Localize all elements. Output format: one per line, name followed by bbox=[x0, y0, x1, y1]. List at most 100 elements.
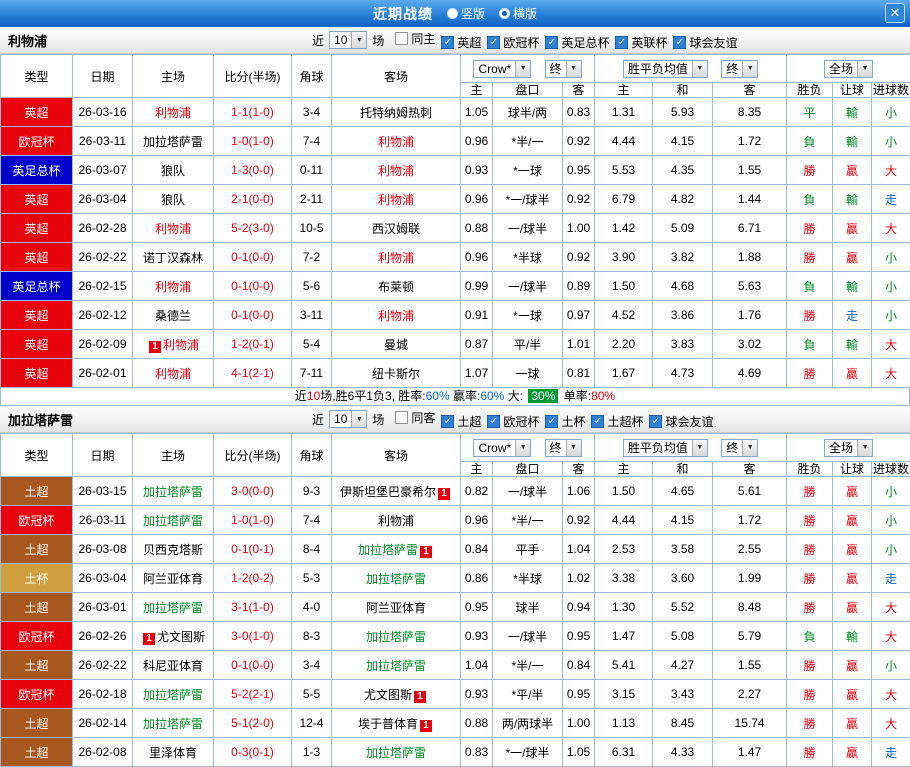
chevron-down-icon: ▼ bbox=[692, 61, 707, 77]
date-cell: 26-02-18 bbox=[73, 680, 133, 709]
table-row: 英超26-02-12桑德兰0-1(0-0)3-11利物浦0.91*一球0.974… bbox=[1, 301, 910, 330]
filter-checkbox[interactable]: ✓土超 bbox=[441, 413, 481, 430]
recent-count-select[interactable]: 10 ▼ bbox=[329, 410, 367, 428]
avg-home-cell: 2.53 bbox=[595, 535, 653, 564]
final-select-2[interactable]: 终▼ bbox=[721, 439, 758, 457]
avg-draw-cell: 4.35 bbox=[653, 156, 713, 185]
corners-cell: 7-4 bbox=[292, 127, 332, 156]
odds-company-select[interactable]: Crow*▼ bbox=[473, 439, 531, 457]
result-wdl-cell: 負 bbox=[787, 127, 833, 156]
away-odds-cell: 1.02 bbox=[563, 564, 595, 593]
away-odds-cell: 0.97 bbox=[563, 301, 595, 330]
recent-count-select[interactable]: 10 ▼ bbox=[329, 31, 367, 49]
home-odds-cell: 0.88 bbox=[461, 709, 493, 738]
team-name-text: 加拉塔萨雷 bbox=[143, 688, 203, 702]
checkbox-icon bbox=[395, 411, 408, 424]
filter-checkbox[interactable]: ✓欧冠杯 bbox=[487, 34, 539, 51]
result-handicap-cell: 贏 bbox=[833, 535, 872, 564]
date-cell: 26-03-11 bbox=[73, 127, 133, 156]
team-name-text: 阿兰亚体育 bbox=[366, 601, 426, 615]
team-name-text: 利物浦 bbox=[155, 222, 191, 236]
score-cell: 1-1(1-0) bbox=[214, 98, 292, 127]
away-team-cell: 加拉塔萨雷 bbox=[332, 622, 461, 651]
avg-draw-cell: 3.58 bbox=[653, 535, 713, 564]
home-odds-cell: 0.96 bbox=[461, 127, 493, 156]
avg-draw-cell: 8.45 bbox=[653, 709, 713, 738]
result-handicap-cell: 贏 bbox=[833, 214, 872, 243]
away-team-cell: 布莱顿 bbox=[332, 272, 461, 301]
filter-checkbox[interactable]: ✓英超 bbox=[441, 34, 481, 51]
result-goals-cell: 大 bbox=[872, 359, 910, 388]
filter-checkbox[interactable]: 同客 bbox=[395, 409, 435, 426]
checkbox-icon: ✓ bbox=[649, 415, 662, 428]
radio-horizontal-layout[interactable]: 横版 bbox=[499, 5, 537, 22]
filter-checkbox[interactable]: ✓土超杯 bbox=[591, 413, 643, 430]
home-odds-cell: 0.82 bbox=[461, 477, 493, 506]
col-header-away: 客场 bbox=[332, 55, 461, 98]
handicap-cell: *半球 bbox=[493, 243, 563, 272]
handicap-cell: *半球 bbox=[493, 564, 563, 593]
handicap-cell: 平手 bbox=[493, 535, 563, 564]
red-card-badge: 1 bbox=[438, 488, 450, 500]
odds-header-cell: Crow*▼ 终▼ bbox=[461, 434, 595, 462]
away-odds-cell: 0.92 bbox=[563, 506, 595, 535]
team-name-text: 加拉塔萨雷 bbox=[143, 601, 203, 615]
wdl-avg-select[interactable]: 胜平负均值▼ bbox=[623, 60, 708, 78]
wdl-avg-select[interactable]: 胜平负均值▼ bbox=[623, 439, 708, 457]
checkbox-label: 土超杯 bbox=[607, 413, 643, 430]
type-cell: 土超 bbox=[1, 535, 73, 564]
result-goals-cell: 大 bbox=[872, 156, 910, 185]
filter-checkbox[interactable]: ✓英联杯 bbox=[615, 34, 667, 51]
corners-cell: 3-11 bbox=[292, 301, 332, 330]
away-odds-cell: 1.00 bbox=[563, 709, 595, 738]
result-wdl-cell: 負 bbox=[787, 185, 833, 214]
date-cell: 26-03-11 bbox=[73, 506, 133, 535]
filter-checkbox[interactable]: 同主 bbox=[395, 30, 435, 47]
final-select-2[interactable]: 终▼ bbox=[721, 60, 758, 78]
matches-table: 类型 日期 主场 比分(半场) 角球 客场 Crow*▼ 终▼ 胜平负均值▼ 终… bbox=[0, 433, 910, 767]
filter-checkbox[interactable]: ✓欧冠杯 bbox=[487, 413, 539, 430]
handicap-cell: 一/球半 bbox=[493, 214, 563, 243]
avg-home-cell: 1.67 bbox=[595, 359, 653, 388]
avg-home-cell: 1.13 bbox=[595, 709, 653, 738]
handicap-cell: 一/球半 bbox=[493, 622, 563, 651]
scope-select[interactable]: 全场▼ bbox=[824, 60, 873, 78]
filter-checkbox[interactable]: ✓土杯 bbox=[545, 413, 585, 430]
final-select[interactable]: 终▼ bbox=[545, 439, 582, 457]
result-wdl-cell: 勝 bbox=[787, 301, 833, 330]
home-team-cell: 加拉塔萨雷 bbox=[133, 477, 214, 506]
home-odds-cell: 1.04 bbox=[461, 651, 493, 680]
scope-select[interactable]: 全场▼ bbox=[824, 439, 873, 457]
corners-cell: 0-11 bbox=[292, 156, 332, 185]
date-cell: 26-03-08 bbox=[73, 535, 133, 564]
filter-checkbox[interactable]: ✓英足总杯 bbox=[545, 34, 609, 51]
date-cell: 26-02-22 bbox=[73, 651, 133, 680]
result-goals-cell: 小 bbox=[872, 243, 910, 272]
avg-draw-cell: 3.82 bbox=[653, 243, 713, 272]
score-cell: 0-1(0-1) bbox=[214, 535, 292, 564]
away-odds-cell: 0.94 bbox=[563, 593, 595, 622]
team-name-text: 埃于普体育 bbox=[358, 717, 418, 731]
summary-row: 近10场,胜6平1负3, 胜率:60% 赢率:60% 大: 30% 单率:80% bbox=[0, 388, 910, 406]
subheader-avg-draw: 和 bbox=[653, 83, 713, 98]
home-team-cell: 阿兰亚体育 bbox=[133, 564, 214, 593]
away-odds-cell: 0.83 bbox=[563, 98, 595, 127]
final-select[interactable]: 终▼ bbox=[545, 60, 582, 78]
odds-company-select[interactable]: Crow*▼ bbox=[473, 60, 531, 78]
result-wdl-cell: 勝 bbox=[787, 709, 833, 738]
close-button[interactable]: ✕ bbox=[885, 3, 905, 23]
dialog-title: 近期战绩 bbox=[373, 4, 433, 24]
radio-vertical-layout[interactable]: 竖版 bbox=[447, 5, 485, 22]
avg-draw-cell: 3.43 bbox=[653, 680, 713, 709]
score-cell: 3-1(1-0) bbox=[214, 593, 292, 622]
table-row: 英超26-02-28利物浦5-2(3-0)10-5西汉姆联0.88一/球半1.0… bbox=[1, 214, 910, 243]
checkbox-icon: ✓ bbox=[487, 36, 500, 49]
col-header-type: 类型 bbox=[1, 55, 73, 98]
team-name-text: 诺丁汉森林 bbox=[143, 251, 203, 265]
avg-away-cell: 2.27 bbox=[713, 680, 787, 709]
result-goals-cell: 大 bbox=[872, 330, 910, 359]
filter-checkbox[interactable]: ✓球会友谊 bbox=[673, 34, 737, 51]
filter-checkbox[interactable]: ✓球会友谊 bbox=[649, 413, 713, 430]
home-team-cell: 狼队 bbox=[133, 185, 214, 214]
subheader-home-odds: 主 bbox=[461, 462, 493, 477]
